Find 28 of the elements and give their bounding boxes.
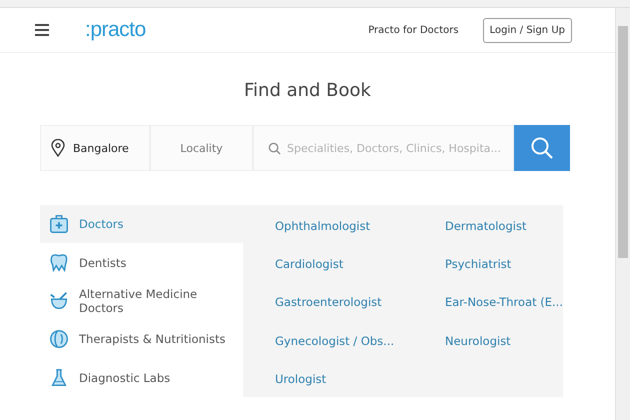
search-button[interactable]	[514, 125, 570, 171]
page-title: Find and Book	[243, 80, 372, 101]
speciality-link[interactable]: Dermatologist	[444, 218, 526, 233]
speciality-link[interactable]: Psychiatrist	[444, 257, 512, 272]
search-field[interactable]: Specialities, Doctors, Clinics, Hospita...	[253, 125, 514, 171]
speciality-link[interactable]: Gynecologist / Obs...	[274, 334, 394, 348]
logo[interactable]: :practo	[85, 18, 146, 42]
search-icon	[530, 136, 554, 160]
login-button[interactable]: Login / Sign Up	[482, 18, 572, 42]
doctors-icon	[48, 213, 70, 236]
speciality-link[interactable]: Ophthalmologist	[274, 218, 370, 233]
speciality-link[interactable]: Urologist	[274, 372, 326, 386]
scroll-thumb[interactable]	[618, 26, 628, 258]
speciality-link[interactable]: Gastroenterologist	[274, 295, 382, 310]
dentists-icon	[48, 252, 70, 274]
category-item[interactable]: Doctors	[40, 205, 243, 244]
locality-field[interactable]: Locality	[150, 125, 253, 171]
speciality-link[interactable]: Cardiologist	[274, 257, 344, 272]
doctors-link[interactable]: Practo for Doctors	[368, 24, 459, 36]
therapists-icon	[48, 328, 70, 350]
menu-icon[interactable]	[35, 24, 49, 36]
location-pin-icon	[51, 139, 65, 157]
scrollbar[interactable]	[615, 8, 630, 420]
speciality-link[interactable]: Neurologist	[444, 334, 511, 348]
search-icon	[268, 142, 281, 154]
speciality-link[interactable]: Ear-Nose-Throat (E...	[444, 295, 563, 310]
city-field[interactable]: Bangalore	[40, 125, 150, 171]
alternative-icon	[48, 290, 70, 312]
